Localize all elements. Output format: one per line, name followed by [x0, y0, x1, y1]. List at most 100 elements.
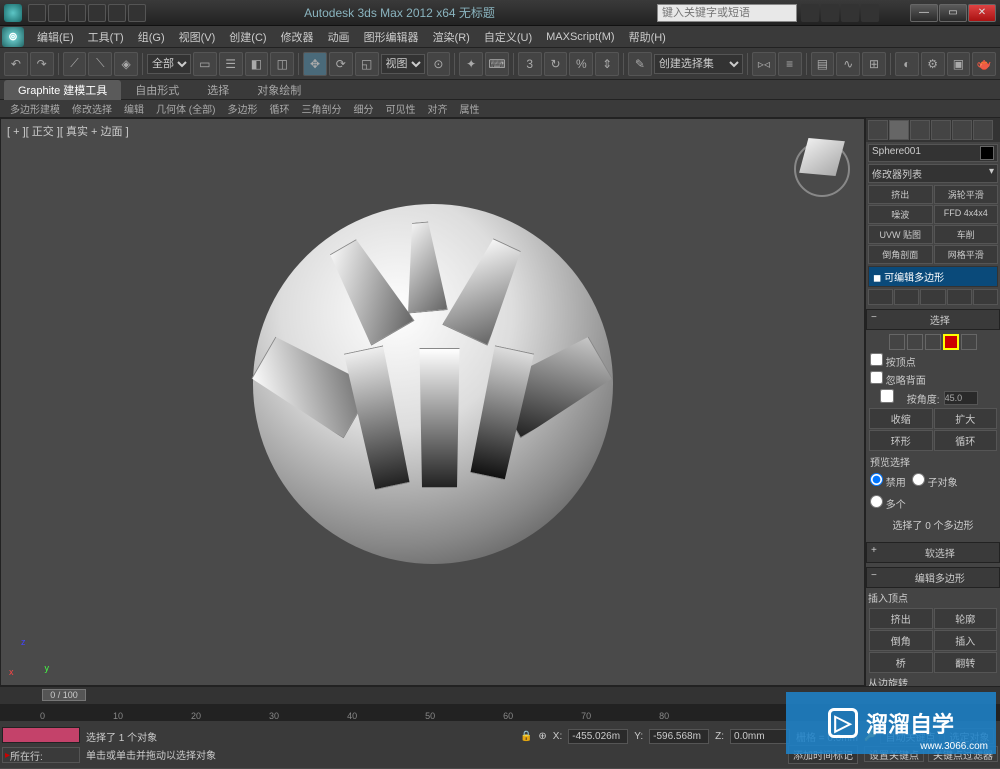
viewcube[interactable]	[792, 139, 852, 199]
remove-mod-icon[interactable]	[947, 289, 972, 305]
manip-icon[interactable]: ✦	[459, 52, 483, 76]
ribbon-tris[interactable]: 三角剖分	[295, 101, 347, 116]
scale-icon[interactable]: ◱	[355, 52, 379, 76]
stack-item-editable-poly[interactable]: 可编辑多边形	[869, 267, 997, 286]
qat-undo-icon[interactable]	[88, 4, 106, 22]
qat-save-icon[interactable]	[68, 4, 86, 22]
menu-group[interactable]: 组(G)	[131, 29, 172, 45]
tab-hierarchy-icon[interactable]	[910, 120, 930, 140]
tab-modify-icon[interactable]	[889, 120, 909, 140]
qat-redo-icon[interactable]	[108, 4, 126, 22]
ring-button[interactable]: 环形	[869, 430, 933, 451]
ribbon-geom-all[interactable]: 几何体 (全部)	[150, 101, 221, 116]
ribbon-loops[interactable]: 循环	[263, 101, 295, 116]
align-icon[interactable]: ≡	[778, 52, 802, 76]
coord-axis-icon[interactable]: ⊕	[538, 731, 546, 742]
close-button[interactable]: ✕	[968, 4, 996, 22]
help-search-input[interactable]	[657, 4, 797, 22]
tab-motion-icon[interactable]	[931, 120, 951, 140]
polygon-mode-icon[interactable]	[943, 334, 959, 350]
redo-icon[interactable]: ↷	[30, 52, 54, 76]
rotate-icon[interactable]: ⟳	[329, 52, 353, 76]
script-listener[interactable]: 所在行:	[2, 747, 80, 763]
maximize-button[interactable]: ▭	[939, 4, 967, 22]
render-setup-icon[interactable]: ⚙	[921, 52, 945, 76]
ribbon-tab-paint[interactable]: 对象绘制	[243, 80, 315, 100]
mod-bevel-profile[interactable]: 倒角剖面	[868, 245, 933, 264]
coord-x[interactable]: -455.026m	[568, 729, 628, 744]
menu-animation[interactable]: 动画	[321, 29, 357, 45]
vertex-mode-icon[interactable]	[889, 334, 905, 350]
menu-customize[interactable]: 自定义(U)	[477, 29, 539, 45]
ribbon-visibility[interactable]: 可见性	[379, 101, 421, 116]
grow-button[interactable]: 扩大	[934, 408, 998, 429]
from-edge-button[interactable]: 从边旋转	[868, 675, 998, 686]
preview-subobj-radio[interactable]: 子对象	[912, 473, 958, 489]
loop-button[interactable]: 循环	[934, 430, 998, 451]
menu-edit[interactable]: 编辑(E)	[30, 29, 81, 45]
named-sel-icon[interactable]: ✎	[628, 52, 652, 76]
ribbon-tab-freeform[interactable]: 自由形式	[121, 80, 193, 100]
modifier-stack[interactable]: 可编辑多边形	[868, 266, 998, 287]
render-frame-icon[interactable]: ▣	[947, 52, 971, 76]
menu-help[interactable]: 帮助(H)	[622, 29, 673, 45]
layer-icon[interactable]: ▤	[811, 52, 835, 76]
minimize-button[interactable]: —	[910, 4, 938, 22]
show-result-icon[interactable]	[894, 289, 919, 305]
ribbon-modify-sel[interactable]: 修改选择	[66, 101, 118, 116]
ribbon-tab-selection[interactable]: 选择	[193, 80, 243, 100]
viewport-label[interactable]: [ + ][ 正交 ][ 真实 + 边面 ]	[7, 123, 129, 139]
scene-object[interactable]	[253, 204, 613, 564]
ribbon-align[interactable]: 对齐	[421, 101, 453, 116]
curve-editor-icon[interactable]: ∿	[836, 52, 860, 76]
menu-render[interactable]: 渲染(R)	[426, 29, 477, 45]
mod-noise[interactable]: 噪波	[868, 205, 933, 224]
move-icon[interactable]: ✥	[303, 52, 327, 76]
angle-snap-icon[interactable]: ↻	[544, 52, 568, 76]
qat-new-icon[interactable]	[28, 4, 46, 22]
insert-vertex-button[interactable]: 插入顶点	[868, 590, 998, 605]
menu-tools[interactable]: 工具(T)	[81, 29, 131, 45]
schematic-icon[interactable]: ⊞	[862, 52, 886, 76]
coord-z[interactable]: 0.0mm	[730, 729, 790, 744]
signin-icon[interactable]	[821, 4, 839, 22]
material-icon[interactable]: ◐	[895, 52, 919, 76]
mod-turbosmooth[interactable]: 涡轮平滑	[934, 185, 999, 204]
percent-snap-icon[interactable]: %	[569, 52, 593, 76]
ribbon-tab-graphite[interactable]: Graphite 建模工具	[4, 80, 121, 100]
selection-lock-chip[interactable]	[2, 727, 80, 743]
object-color-swatch[interactable]	[980, 146, 994, 160]
snap-icon[interactable]: 3	[518, 52, 542, 76]
ignore-backfacing-checkbox[interactable]: 忽略背面	[868, 370, 998, 388]
bind-icon[interactable]: ◈	[114, 52, 138, 76]
configure-sets-icon[interactable]	[973, 289, 998, 305]
inset-button[interactable]: 插入	[934, 630, 998, 651]
extrude-button[interactable]: 挤出	[869, 608, 933, 629]
shrink-button[interactable]: 收缩	[869, 408, 933, 429]
tab-utilities-icon[interactable]	[973, 120, 993, 140]
qat-more-icon[interactable]	[128, 4, 146, 22]
rollout-selection-header[interactable]: −选择	[866, 309, 1000, 330]
help-icon[interactable]	[861, 4, 879, 22]
selection-filter-dropdown[interactable]: 全部	[147, 54, 191, 74]
ribbon-subdiv[interactable]: 细分	[347, 101, 379, 116]
edge-mode-icon[interactable]	[907, 334, 923, 350]
named-selection-dropdown[interactable]: 创建选择集	[654, 54, 743, 74]
menu-graph[interactable]: 图形编辑器	[357, 29, 426, 45]
keyboard-icon[interactable]: ⌨	[485, 52, 509, 76]
mod-uvw[interactable]: UVW 贴图	[868, 225, 933, 244]
flip-button[interactable]: 翻转	[934, 652, 998, 673]
mod-ffd[interactable]: FFD 4x4x4	[934, 205, 999, 224]
mod-lathe[interactable]: 车削	[934, 225, 999, 244]
menu-views[interactable]: 视图(V)	[172, 29, 223, 45]
ref-coord-dropdown[interactable]: 视图	[381, 54, 425, 74]
select-name-icon[interactable]: ☰	[219, 52, 243, 76]
ribbon-polygons[interactable]: 多边形	[221, 101, 263, 116]
modifier-list-dropdown[interactable]: 修改器列表▾	[868, 164, 998, 183]
preview-multi-radio[interactable]: 多个	[870, 495, 906, 511]
mod-meshsmooth[interactable]: 网格平滑	[934, 245, 999, 264]
angle-spinner[interactable]	[944, 391, 978, 405]
spinner-snap-icon[interactable]: ⇕	[595, 52, 619, 76]
rollout-editpoly-header[interactable]: −编辑多边形	[866, 567, 1000, 588]
search-icon[interactable]	[801, 4, 819, 22]
